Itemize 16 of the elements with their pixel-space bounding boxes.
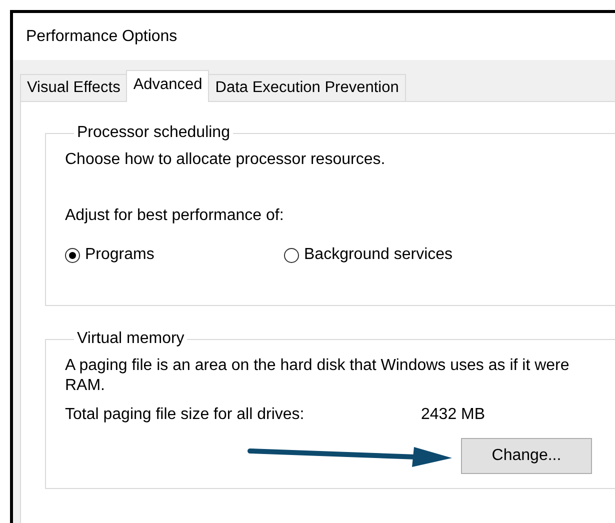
- size-label: Total paging file size for all drives:: [65, 406, 306, 424]
- radio-option[interactable]: Programs: [65, 246, 284, 264]
- size-value: 2432 MB: [421, 406, 486, 424]
- radio-icon[interactable]: [65, 248, 80, 262]
- radio-option[interactable]: Background services: [284, 246, 504, 264]
- tab[interactable]: Visual Effects: [20, 74, 128, 101]
- description-text: A paging file is an area on the hard disk that Windows uses as if it were RAM.: [65, 356, 570, 396]
- group-title: Processor scheduling: [76, 124, 231, 142]
- radio-icon[interactable]: [284, 248, 299, 262]
- prompt-text: Adjust for best performance of:: [65, 206, 285, 226]
- tab[interactable]: Data Execution Prevention: [208, 74, 406, 101]
- window-title: Performance Options: [26, 28, 178, 46]
- tab[interactable]: Advanced: [126, 70, 210, 102]
- change-button[interactable]: Change...: [461, 438, 592, 474]
- description-text: Choose how to allocate processor resources.: [65, 150, 386, 170]
- group-title: Virtual memory: [76, 330, 186, 348]
